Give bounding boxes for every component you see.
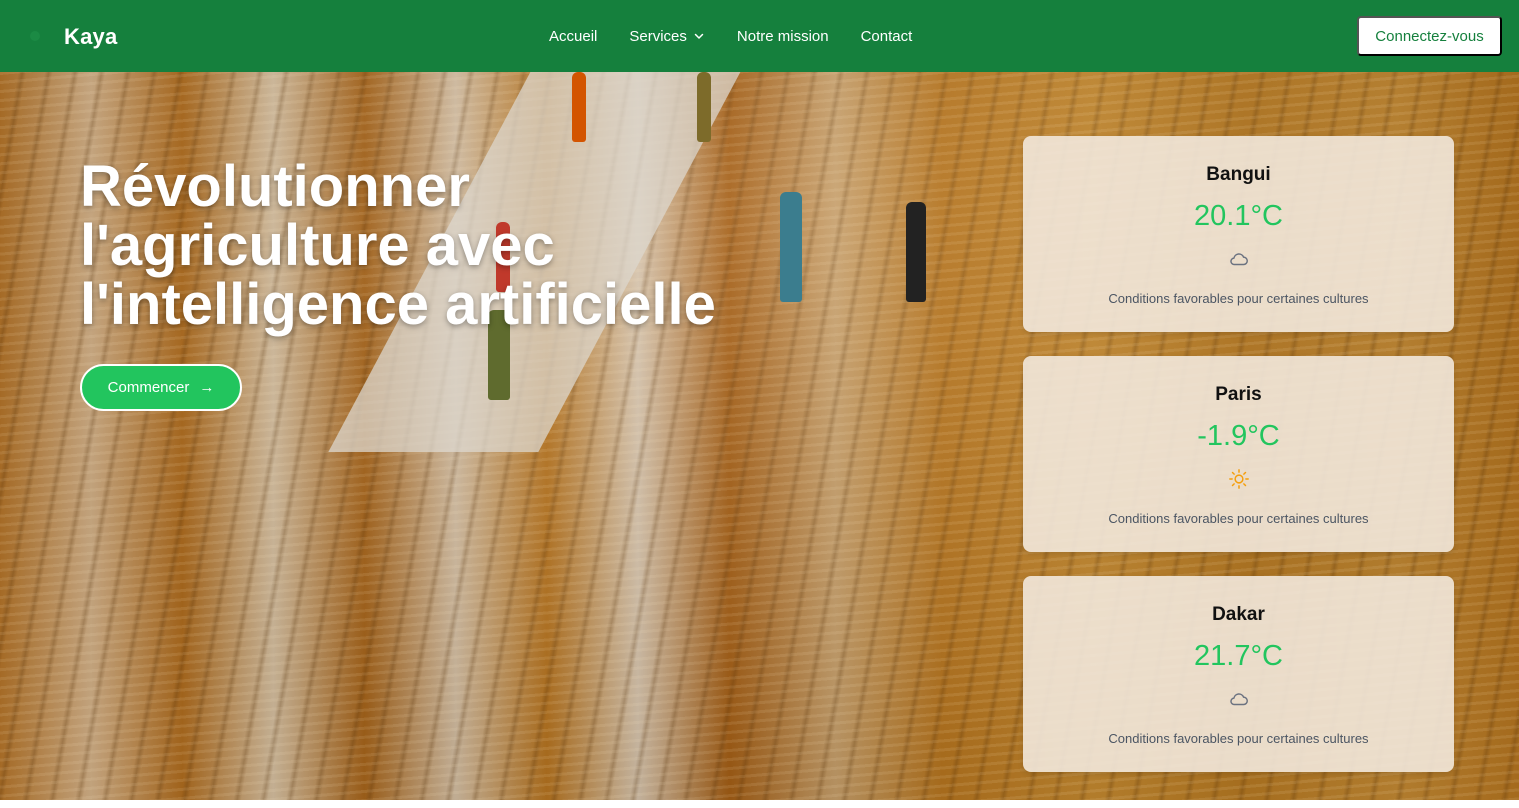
weather-city: Paris bbox=[1215, 384, 1262, 405]
weather-condition: Conditions favorables pour certaines cul… bbox=[1108, 511, 1369, 526]
arrow-right-icon: → bbox=[199, 379, 215, 396]
weather-condition: Conditions favorables pour certaines cul… bbox=[1108, 291, 1369, 306]
farmer-figure bbox=[780, 192, 802, 302]
weather-card-dakar: Dakar 21.7°C Conditions favorables pour … bbox=[1023, 576, 1454, 772]
nav-link-contact[interactable]: Contact bbox=[861, 28, 913, 45]
logo-icon bbox=[30, 31, 40, 41]
weather-card-paris: Paris -1.9°C Conditions favorables pour … bbox=[1023, 356, 1454, 552]
nav-link-accueil[interactable]: Accueil bbox=[549, 28, 597, 45]
login-button[interactable]: Connectez-vous bbox=[1357, 16, 1502, 56]
navbar: Kaya Accueil Services Notre mission Cont… bbox=[0, 0, 1519, 72]
start-button[interactable]: Commencer → bbox=[80, 364, 242, 411]
cloud-icon bbox=[1230, 253, 1248, 266]
start-button-label: Commencer bbox=[107, 379, 190, 396]
brand-logo[interactable]: Kaya bbox=[64, 24, 117, 50]
weather-temperature: -1.9°C bbox=[1197, 420, 1280, 452]
nav-link-label: Notre mission bbox=[736, 27, 829, 45]
hero-title-line: Révolutionner bbox=[80, 154, 470, 219]
farmer-figure bbox=[697, 72, 711, 142]
nav-links: Accueil Services Notre mission Contact bbox=[549, 0, 912, 72]
nav-link-notre-mission[interactable]: Notre mission bbox=[737, 28, 829, 45]
weather-city: Dakar bbox=[1212, 604, 1265, 625]
hero-title-line: l'intelligence artificielle bbox=[80, 272, 716, 337]
hero-title-line: l'agriculture avec bbox=[80, 213, 555, 278]
nav-link-services[interactable]: Services bbox=[629, 28, 705, 45]
hero-title: Révolutionner l'agriculture avec l'intel… bbox=[80, 157, 780, 334]
page-bottom-edge bbox=[0, 800, 1519, 808]
weather-card-bangui: Bangui 20.1°C Conditions favorables pour… bbox=[1023, 136, 1454, 332]
sun-icon bbox=[1229, 469, 1249, 489]
nav-link-label: Accueil bbox=[549, 27, 598, 45]
weather-condition: Conditions favorables pour certaines cul… bbox=[1108, 731, 1369, 746]
chevron-down-icon bbox=[694, 33, 704, 39]
weather-city: Bangui bbox=[1206, 164, 1271, 185]
nav-link-label: Services bbox=[629, 27, 687, 45]
hero-section: Révolutionner l'agriculture avec l'intel… bbox=[0, 72, 1519, 800]
weather-temperature: 21.7°C bbox=[1194, 640, 1283, 672]
farmer-figure bbox=[572, 72, 586, 142]
cloud-icon bbox=[1230, 693, 1248, 706]
page: Kaya Accueil Services Notre mission Cont… bbox=[0, 0, 1519, 808]
farmer-figure bbox=[906, 202, 926, 302]
weather-temperature: 20.1°C bbox=[1194, 200, 1283, 232]
nav-link-label: Contact bbox=[860, 27, 913, 45]
